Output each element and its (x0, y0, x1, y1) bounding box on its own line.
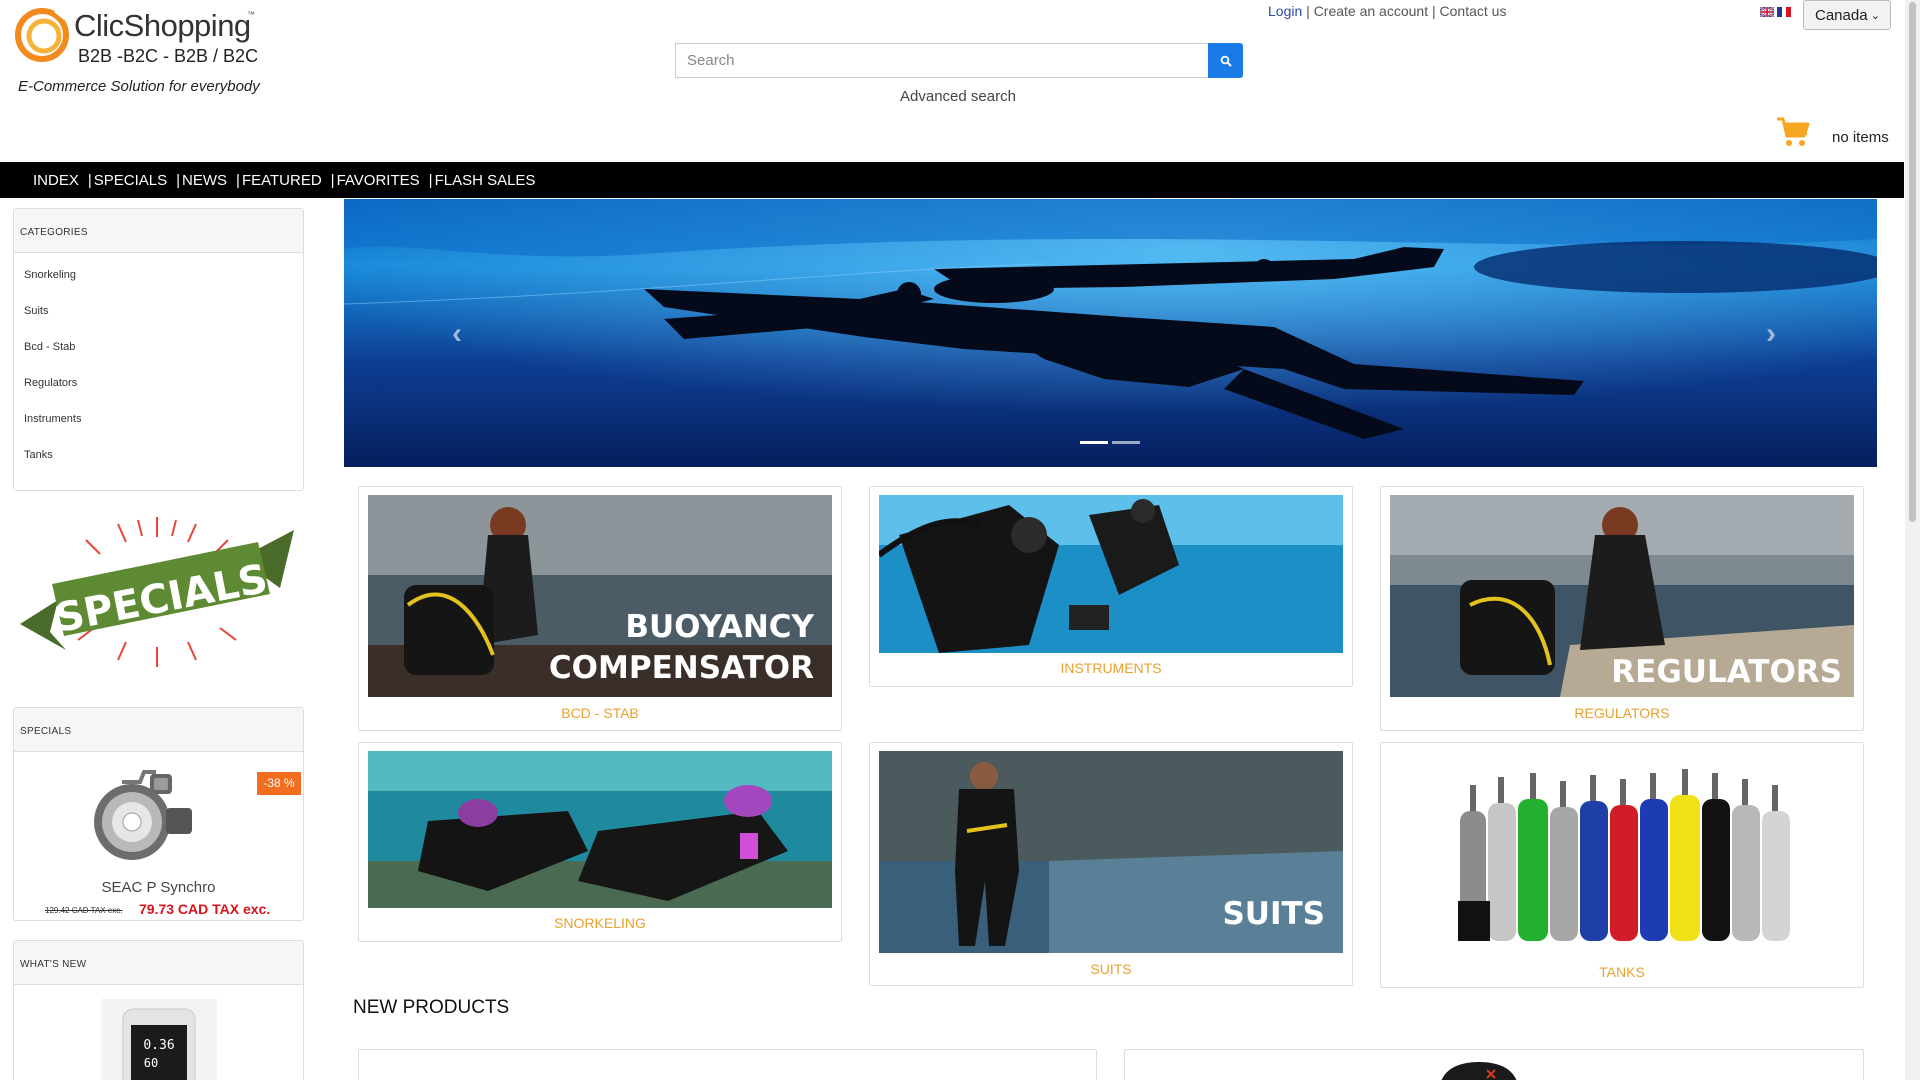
tile-overlay-text: SUITS (1222, 896, 1325, 932)
scrollbar-thumb[interactable] (1909, 2, 1916, 522)
new-products-title: NEW PRODUCTS (353, 997, 510, 1018)
categories-box: CATEGORIES Snorkeling Suits Bcd - Stab R… (13, 208, 304, 491)
flag-fr-icon[interactable] (1777, 7, 1791, 17)
categories-title: CATEGORIES (14, 209, 303, 253)
search-input[interactable] (675, 43, 1209, 78)
tile-image: REGULATORS (1390, 495, 1854, 697)
logo-swirl-icon (15, 8, 69, 62)
slider-dot[interactable] (1112, 441, 1140, 444)
specials-box-title: SPECIALS (14, 708, 303, 752)
tile-image (1390, 751, 1854, 953)
tile-label: INSTRUMENTS (1060, 660, 1162, 676)
nav-item-label: SPECIALS (93, 172, 168, 189)
nav-item-specials[interactable]: | SPECIALS (88, 172, 167, 189)
product-image[interactable] (74, 762, 204, 874)
category-tile-instruments[interactable]: INSTRUMENTS (869, 486, 1353, 687)
new-product-card[interactable] (1124, 1049, 1864, 1080)
tile-image (368, 751, 832, 908)
whats-new-title: WHAT'S NEW (14, 941, 303, 985)
whats-new-screen-time: 60 (144, 1056, 158, 1070)
tile-overlay-text: REGULATORS (1611, 654, 1842, 690)
contact-link[interactable]: Contact us (1440, 3, 1507, 19)
search-button[interactable] (1208, 43, 1243, 78)
nav-item-flash-sales[interactable]: | FLASH SALES (429, 172, 536, 189)
whats-new-box: WHAT'S NEW 0.36 60 (13, 940, 304, 1080)
brand-tagline: E-Commerce Solution for everybody (18, 78, 260, 95)
account-links: Login | Create an account | Contact us (1268, 3, 1506, 19)
whats-new-product-image[interactable]: 0.36 60 (101, 999, 217, 1080)
category-tile-snorkeling[interactable]: SNORKELING (358, 742, 842, 942)
new-product-card[interactable] (358, 1049, 1097, 1080)
category-tile-tanks[interactable]: TANKS (1380, 742, 1864, 988)
category-item-tanks[interactable]: Tanks (24, 443, 303, 479)
slider-image (344, 199, 1877, 467)
create-account-link[interactable]: Create an account (1314, 3, 1428, 19)
tile-label: SNORKELING (554, 915, 646, 931)
category-item-snorkeling[interactable]: Snorkeling (24, 263, 303, 299)
brand-name: ClicShopping (74, 8, 251, 43)
category-list: Snorkeling Suits Bcd - Stab Regulators I… (14, 253, 303, 479)
discount-badge: -38 % (257, 772, 301, 795)
page-scrollbar[interactable] (1905, 0, 1920, 1080)
nav-item-label: FLASH SALES (434, 172, 536, 189)
tile-label: BCD - STAB (561, 705, 639, 721)
category-item-regulators[interactable]: Regulators (24, 371, 303, 407)
nav-item-label: INDEX (33, 172, 79, 189)
product-old-price: 129.42 CAD TAX exc. (45, 906, 123, 915)
nav-item-index[interactable]: INDEX (33, 172, 79, 189)
search-icon (1220, 55, 1232, 67)
nav-item-label: FAVORITES (336, 172, 420, 189)
nav-item-label: FEATURED (241, 172, 322, 189)
nav-item-news[interactable]: | NEWS (176, 172, 227, 189)
category-item-bcd-stab[interactable]: Bcd - Stab (24, 335, 303, 371)
new-product-image (1441, 1062, 1517, 1080)
category-item-instruments[interactable]: Instruments (24, 407, 303, 443)
country-select[interactable]: Canada ⌄ (1803, 0, 1891, 30)
language-flags (1760, 7, 1792, 18)
nav-item-featured[interactable]: | FEATURED (236, 172, 322, 189)
tile-label: REGULATORS (1574, 705, 1670, 721)
link-separator: | (1302, 3, 1314, 19)
product-new-price: 79.73 CAD TAX exc. (139, 901, 271, 917)
brand-trademark: ™ (247, 10, 255, 19)
search-bar (675, 43, 1243, 78)
chevron-left-icon[interactable]: ‹ (452, 317, 462, 351)
cart-status[interactable]: no items (1832, 129, 1889, 146)
whats-new-screen-depth: 0.36 (143, 1038, 174, 1053)
chevron-down-icon: ⌄ (1870, 10, 1880, 22)
specials-banner[interactable]: SPECIALS (18, 512, 296, 672)
nav-item-favorites[interactable]: | FAVORITES (331, 172, 420, 189)
slider-dot-active[interactable] (1080, 441, 1108, 444)
tile-label: TANKS (1599, 964, 1645, 980)
login-link[interactable]: Login (1268, 3, 1302, 19)
tile-image: SUITS (879, 751, 1343, 953)
tile-image: BUOYANCY COMPENSATOR (368, 495, 832, 697)
tile-label: SUITS (1090, 961, 1132, 977)
cart-icon[interactable] (1776, 116, 1810, 148)
category-tile-suits[interactable]: SUITS SUITS (869, 742, 1353, 986)
category-item-suits[interactable]: Suits (24, 299, 303, 335)
tile-image (879, 495, 1343, 653)
advanced-search-link[interactable]: Advanced search (900, 88, 1016, 105)
category-tile-bcd-stab[interactable]: BUOYANCY COMPENSATOR BCD - STAB (358, 486, 842, 731)
tile-overlay-text: COMPENSATOR (549, 650, 814, 686)
flag-uk-icon[interactable] (1760, 7, 1774, 17)
specials-box: SPECIALS -38 % SEAC P Synchro 129.42 CAD… (13, 707, 304, 921)
tile-overlay-text: BUOYANCY (625, 609, 814, 645)
nav-item-label: NEWS (182, 172, 228, 189)
category-tile-regulators[interactable]: REGULATORS REGULATORS (1380, 486, 1864, 731)
brand-subtitle: B2B -B2C - B2B / B2C (78, 46, 259, 66)
hero-slider[interactable]: ‹ › (344, 199, 1877, 467)
link-separator: | (1428, 3, 1440, 19)
country-select-value: Canada (1815, 7, 1868, 24)
chevron-right-icon[interactable]: › (1766, 317, 1776, 351)
main-nav: INDEX | SPECIALS | NEWS | FEATURED | FAVORIT… (0, 162, 1904, 198)
product-name[interactable]: SEAC P Synchro (14, 879, 303, 896)
site-logo[interactable]: ClicShopping ™ B2B -B2C - B2B / B2C E-Co… (14, 4, 264, 100)
